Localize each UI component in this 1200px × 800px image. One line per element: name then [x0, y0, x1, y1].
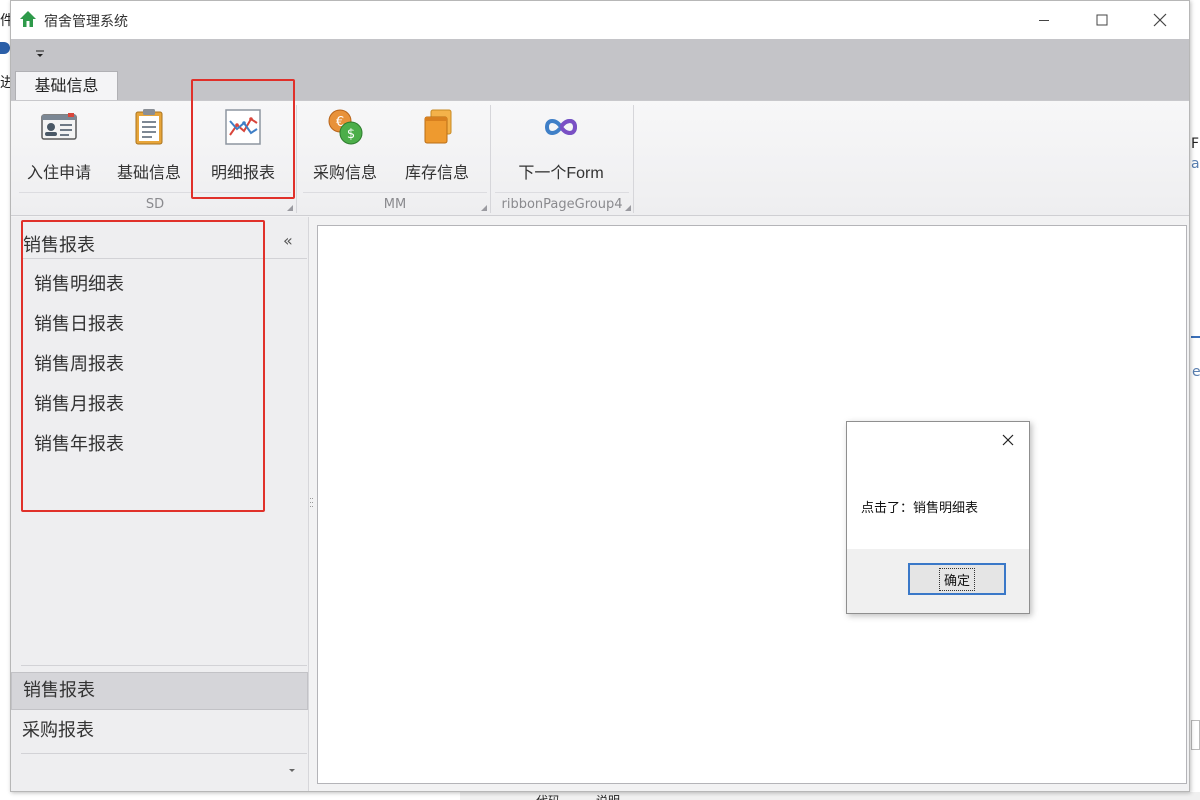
title-bar[interactable]: 宿舍管理系统 [11, 1, 1189, 39]
navigation-pane: 销售报表 « 销售明细表 销售日报表 销售周报表 销售月报表 销售年报表 销售报… [11, 217, 309, 791]
close-icon [1153, 13, 1167, 27]
background-ui-fragment [1191, 720, 1200, 750]
ok-button-label: 确定 [938, 567, 976, 591]
window-title: 宿舍管理系统 [44, 14, 128, 30]
group-separator [633, 105, 634, 213]
group-label-ribbon-page-group4: ribbonPageGroup4 [501, 197, 623, 212]
background-text-fragment: as [1191, 156, 1200, 172]
content-area [317, 225, 1187, 784]
coins-icon: € $ [328, 109, 363, 145]
divider [21, 753, 307, 754]
background-ui-fragment [1191, 318, 1200, 338]
group-divider [495, 192, 629, 193]
ribbon: 入住申请 基础信息 明细报表 SD € $ 采购信息 库存信息 MM 下一个Fo… [11, 100, 1189, 216]
overflow-chevron-icon[interactable] [287, 765, 297, 775]
inventory-info-button[interactable]: 库存信息 [393, 105, 481, 185]
infinity-icon [544, 119, 578, 135]
tab-basic-info[interactable]: 基础信息 [15, 71, 118, 101]
button-label: 基础信息 [116, 163, 181, 182]
clipboard-icon [135, 109, 163, 145]
group-launcher-icon[interactable] [625, 205, 631, 211]
quick-access-toolbar: 基础信息 [11, 39, 1189, 101]
divider [21, 665, 307, 666]
message-box: 点击了：销售明细表 确定 [846, 421, 1030, 614]
next-form-button[interactable]: 下一个Form [505, 105, 617, 185]
stacked-boxes-icon [424, 109, 452, 144]
minimize-button[interactable] [1015, 1, 1073, 39]
annotation-highlight-box [191, 79, 295, 199]
maximize-icon [1096, 14, 1108, 26]
button-label: 采购信息 [312, 163, 377, 182]
group-separator [296, 105, 297, 213]
customize-dropdown-icon[interactable] [33, 47, 47, 61]
background-text-fragment: 代码 [536, 792, 560, 800]
id-card-icon [41, 113, 77, 140]
nav-group-sales-reports[interactable]: 销售报表 [11, 672, 308, 710]
group-label-mm: MM [383, 197, 407, 212]
group-divider [303, 192, 487, 193]
check-in-application-button[interactable]: 入住申请 [15, 105, 103, 185]
house-icon [20, 11, 36, 27]
group-launcher-icon[interactable] [481, 205, 487, 211]
background-icon-fragment [0, 42, 10, 54]
minimize-icon [1039, 20, 1049, 21]
purchase-info-button[interactable]: € $ 采购信息 [301, 105, 389, 185]
basic-info-button[interactable]: 基础信息 [105, 105, 193, 185]
maximize-button[interactable] [1073, 1, 1131, 39]
message-box-footer: 确定 [847, 549, 1029, 613]
close-button[interactable] [1131, 1, 1189, 39]
svg-text:$: $ [347, 127, 355, 142]
button-label: 库存信息 [404, 163, 469, 182]
splitter-grip-icon[interactable] [310, 497, 314, 511]
message-text: 点击了：销售明细表 [861, 501, 979, 516]
button-label: 下一个Form [518, 165, 604, 182]
background-text-fragment: 说明 [596, 792, 620, 800]
group-separator [490, 105, 491, 213]
background-ui-fragment [460, 792, 1200, 800]
close-icon[interactable] [1000, 432, 1016, 448]
background-text-fragment: e [1192, 364, 1200, 380]
ok-button[interactable]: 确定 [908, 563, 1006, 595]
collapse-pane-icon[interactable]: « [283, 231, 293, 250]
background-text-fragment: F [1191, 136, 1200, 152]
nav-group-purchase-reports[interactable]: 采购报表 [11, 713, 308, 751]
button-label: 入住申请 [26, 163, 91, 182]
app-window: 宿舍管理系统 基础信息 入住申请 基础信息 明细报表 SD € $ 采购信息 库… [10, 0, 1190, 792]
group-label-sd: SD [145, 197, 165, 212]
group-launcher-icon[interactable] [287, 205, 293, 211]
annotation-highlight-box [21, 220, 265, 512]
